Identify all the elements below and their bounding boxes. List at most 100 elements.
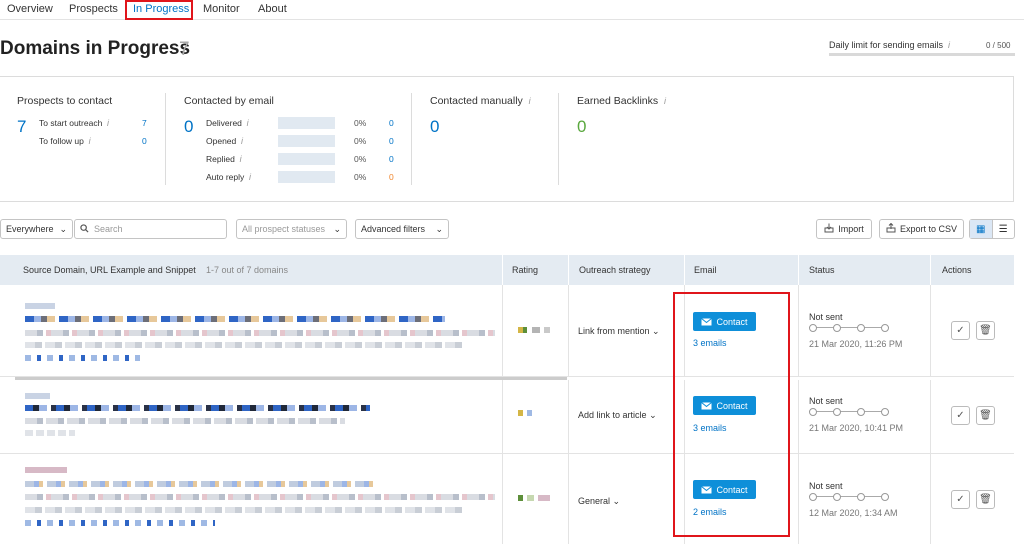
col-rating[interactable]: Rating [512,265,538,275]
delivered-value[interactable]: 0 [389,118,394,128]
auto-reply-bar [278,171,335,183]
chevron-down-icon: ⌄ [435,223,443,234]
prospects-total: 7 [17,117,27,136]
col-source: Source Domain, URL Example and Snippet [23,265,196,275]
info-icon[interactable]: i [249,172,251,182]
list-view-icon[interactable]: ☰ [993,220,1015,238]
col-range: 1-7 out of 7 domains [206,265,289,275]
delivered-label: Delivered i [206,118,249,128]
status-filter-value: All prospect statuses [242,224,326,234]
search-input[interactable]: Search [74,219,227,239]
status-text: Not sent [809,396,843,406]
info-icon[interactable]: i [89,136,91,146]
tab-about[interactable]: About [258,3,287,15]
replied-pct: 0% [354,154,367,164]
search-placeholder: Search [94,224,123,234]
auto-reply-pct: 0% [354,172,367,182]
table-row: Add link to article ⌄ Contact 3 emails N… [0,380,1014,454]
divider [930,255,931,285]
divider [930,454,931,544]
status-progress [809,324,889,332]
info-icon[interactable]: i [664,96,666,106]
opened-pct: 0% [354,136,367,146]
contacted-manually-title: Contacted manually i [430,95,531,107]
strategy-select[interactable]: Link from mention ⌄ [578,326,660,337]
email-column-highlight [673,292,790,537]
info-icon[interactable]: i [529,96,531,106]
check-icon[interactable]: ✓ [951,490,970,509]
status-text: Not sent [809,481,843,491]
to-start-outreach-value[interactable]: 7 [142,118,147,128]
trash-icon[interactable]: 🗑 [976,406,995,425]
check-icon[interactable]: ✓ [951,406,970,425]
advanced-filters-button[interactable]: Advanced filters ⌄ [355,219,449,239]
check-icon[interactable]: ✓ [951,321,970,340]
status-date: 21 Mar 2020, 11:26 PM [809,339,903,349]
earned-backlinks-total: 0 [577,117,587,136]
opened-value[interactable]: 0 [389,136,394,146]
table-view-icon[interactable]: ▦ [970,220,993,238]
to-start-outreach-label: To start outreach i [39,118,110,128]
divider [568,454,569,544]
info-icon[interactable]: i [948,40,950,50]
col-status: Status [809,265,835,275]
replied-value[interactable]: 0 [389,154,394,164]
redacted-url[interactable] [25,405,370,411]
to-follow-up-label: To follow up i [39,136,91,146]
status-date: 21 Mar 2020, 10:41 PM [809,423,904,433]
table-row: General ⌄ Contact 2 emails Not sent 12 M… [0,454,1014,544]
table-row: Link from mention ⌄ Contact 3 emails Not… [0,285,1014,377]
location-value: Everywhere [6,224,54,234]
redacted-snippet [25,418,345,424]
redacted-snippet [25,355,140,361]
daily-limit-value: 0 / 500 [986,41,1011,50]
info-icon[interactable]: i [241,136,243,146]
status-progress [809,408,889,416]
table-header: Source Domain, URL Example and Snippet 1… [0,255,1014,285]
tab-overview[interactable]: Overview [7,3,53,15]
divider [568,380,569,453]
opened-label: Opened i [206,136,243,146]
tab-prospects[interactable]: Prospects [69,3,118,15]
import-label: Import [838,224,864,234]
opened-bar [278,135,335,147]
location-select[interactable]: Everywhere ⌄ [0,219,73,239]
chevron-down-icon: ⌄ [59,223,67,234]
page-count: 7 [179,39,190,60]
import-button[interactable]: Import [816,219,872,239]
col-strategy: Outreach strategy [579,265,651,275]
redacted-snippet [25,430,75,436]
redacted-url[interactable] [25,481,375,487]
export-csv-button[interactable]: Export to CSV [879,219,964,239]
prospects-title: Prospects to contact [17,95,113,107]
rating-bar [518,327,550,333]
divider [798,285,799,376]
divider [502,380,503,453]
info-icon[interactable]: i [240,154,242,164]
tab-monitor[interactable]: Monitor [203,3,240,15]
replied-label: Replied i [206,154,242,164]
status-filter-select[interactable]: All prospect statuses ⌄ [236,219,347,239]
info-icon[interactable]: i [107,118,109,128]
auto-reply-label: Auto reply i [206,172,252,182]
delivered-pct: 0% [354,118,367,128]
strategy-select[interactable]: General ⌄ [578,496,620,507]
trash-icon[interactable]: 🗑 [976,490,995,509]
delivered-bar [278,117,335,129]
redacted-snippet [25,507,465,513]
chevron-down-icon: ⌄ [612,496,621,506]
status-text: Not sent [809,312,843,322]
redacted-snippet [25,342,465,348]
info-icon[interactable]: i [247,118,249,128]
divider [502,285,503,376]
redacted-url[interactable] [25,316,445,322]
chevron-down-icon: ⌄ [652,326,660,336]
to-follow-up-value[interactable]: 0 [142,136,147,146]
strategy-select[interactable]: Add link to article ⌄ [578,410,657,421]
status-progress [809,493,889,501]
auto-reply-value[interactable]: 0 [389,172,394,182]
divider [568,285,569,376]
trash-icon[interactable]: 🗑 [976,321,995,340]
contacted-manually-total: 0 [430,117,440,136]
page-title: Domains in Progress [0,38,191,59]
